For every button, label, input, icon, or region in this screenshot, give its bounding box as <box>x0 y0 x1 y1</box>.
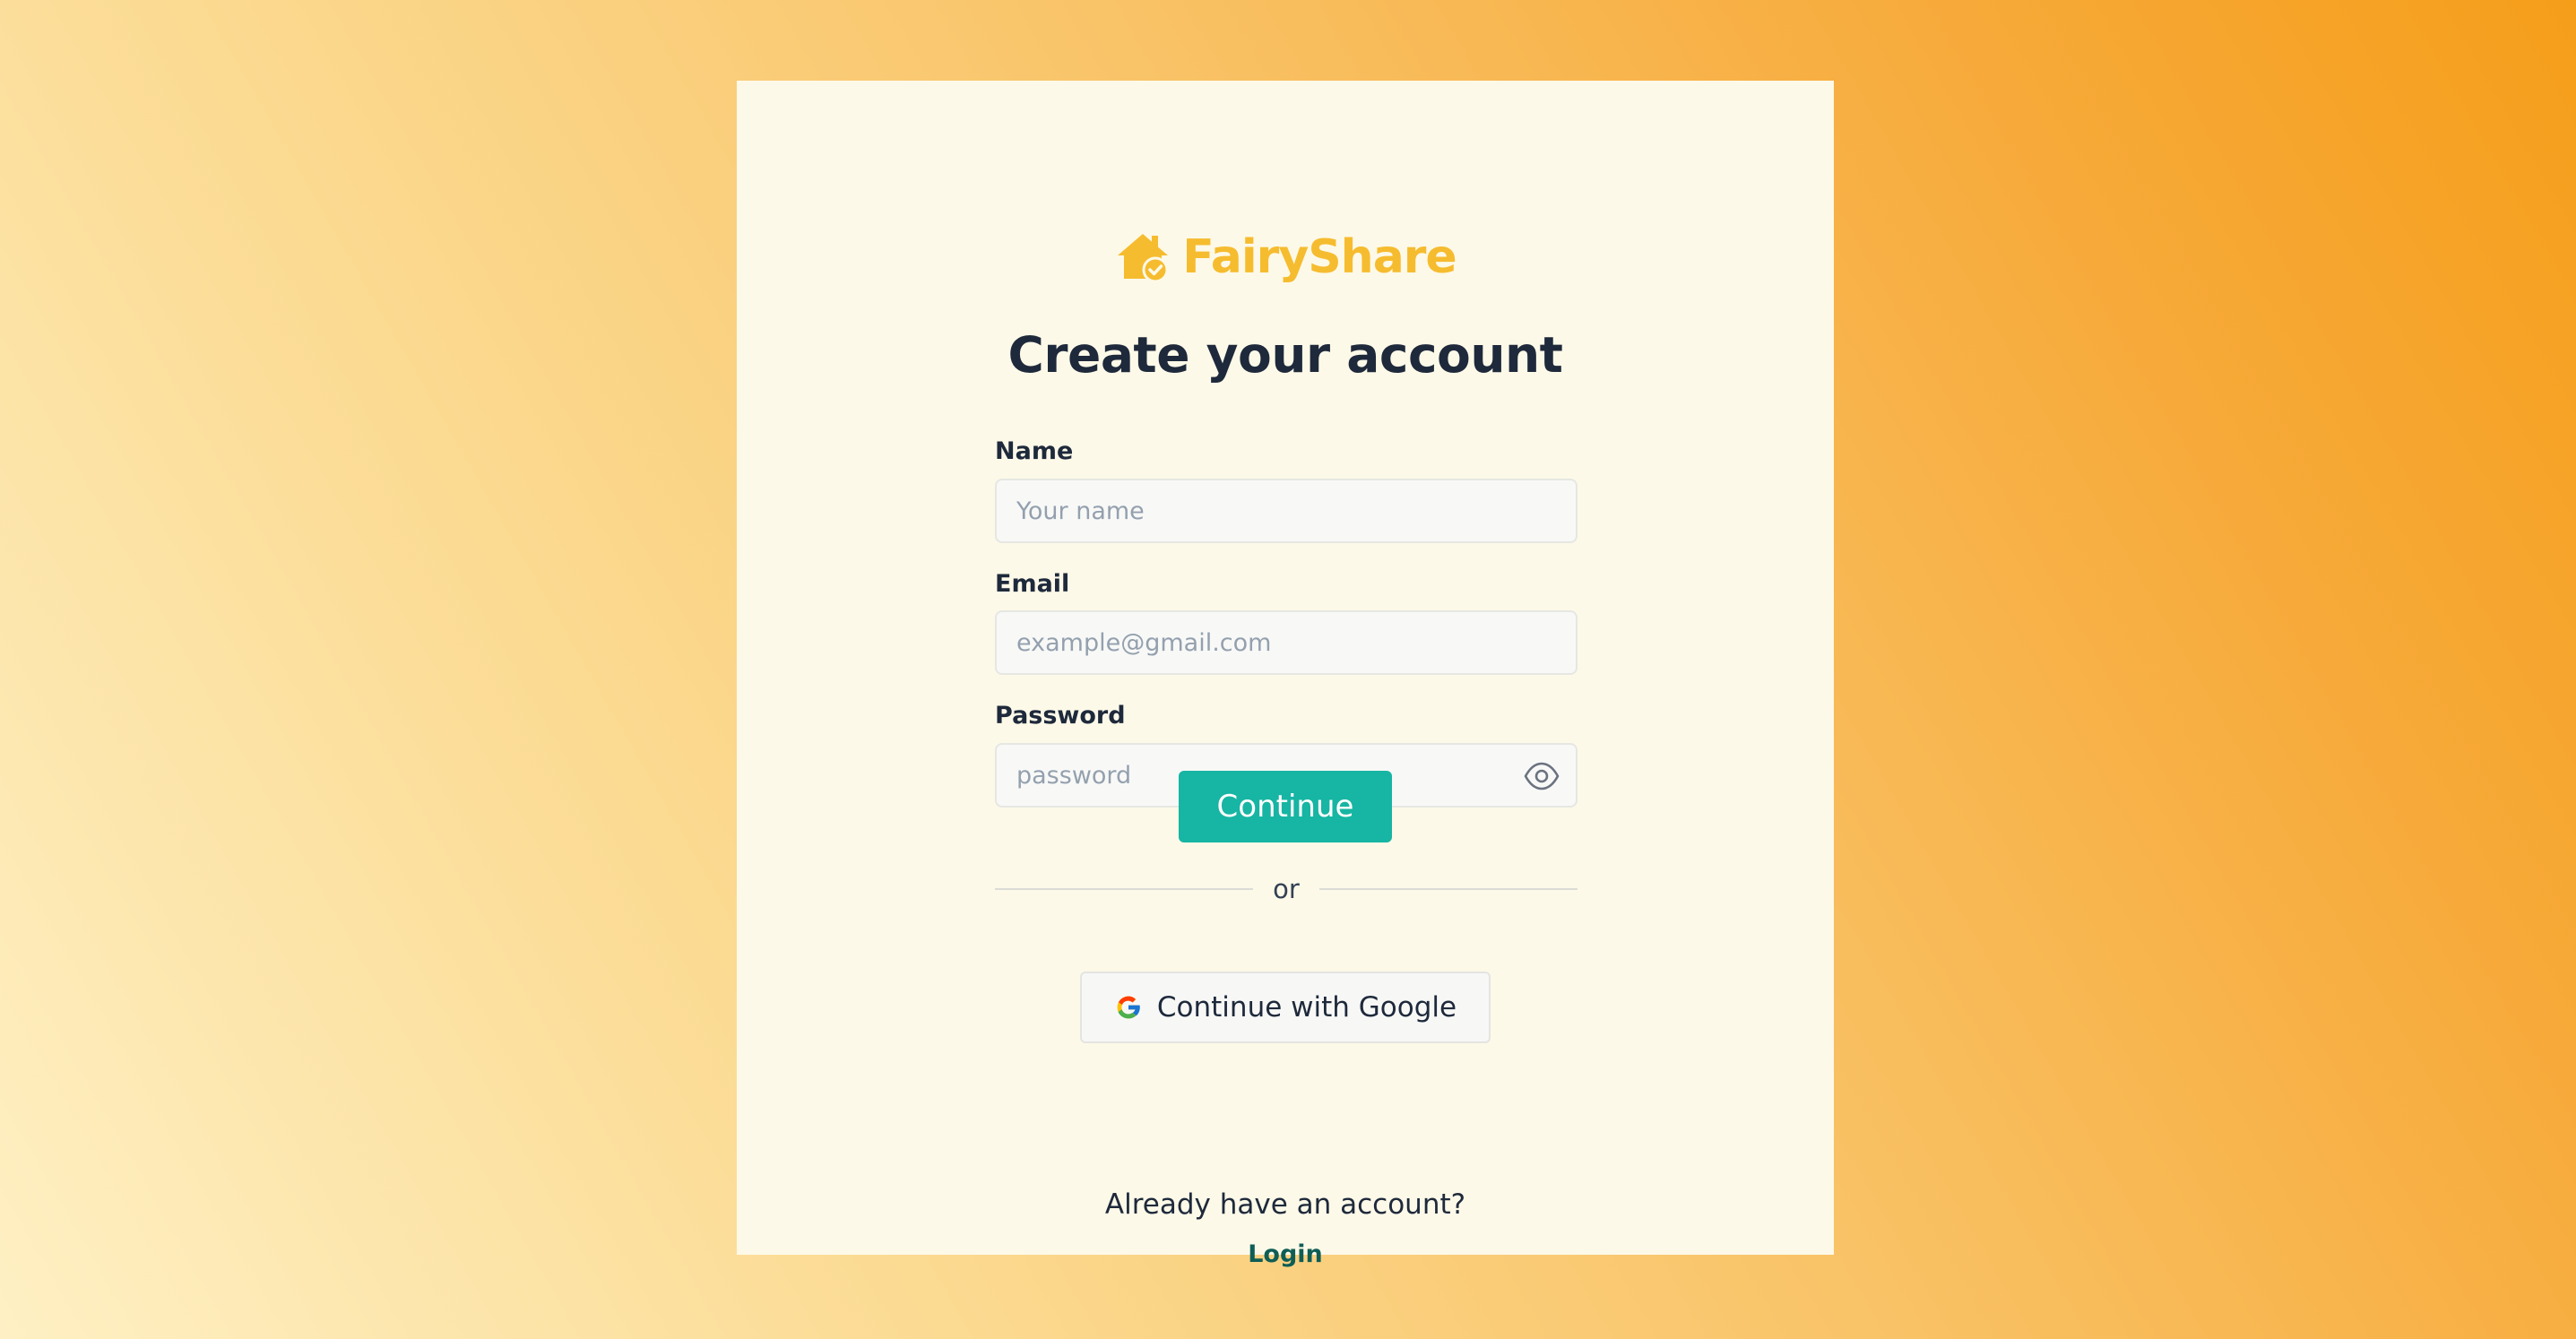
google-icon <box>1117 996 1140 1019</box>
email-field-container <box>995 610 1578 675</box>
eye-icon[interactable] <box>1524 760 1560 792</box>
google-button-label: Continue with Google <box>1156 991 1457 1024</box>
email-label: Email <box>995 570 1070 598</box>
or-divider: or <box>995 871 1578 907</box>
page-title: Create your account <box>1007 326 1563 384</box>
continue-with-google-button[interactable]: Continue with Google <box>1080 972 1491 1043</box>
brand-logo: FairyShare <box>737 226 1834 289</box>
password-label: Password <box>995 702 1126 730</box>
divider-line-right <box>1318 888 1578 890</box>
already-have-account-text: Already have an account? <box>1104 1188 1466 1221</box>
name-field-container <box>995 479 1578 543</box>
email-input[interactable] <box>997 612 1576 673</box>
divider-text: or <box>1273 874 1300 904</box>
brand-name: FairyShare <box>1182 230 1457 284</box>
house-check-icon <box>1118 234 1169 283</box>
divider-line-left <box>995 888 1254 890</box>
name-input[interactable] <box>997 480 1576 541</box>
signup-card: FairyShare Create your account Name Emai… <box>737 81 1834 1268</box>
name-label: Name <box>995 437 1074 465</box>
login-link[interactable]: Login <box>737 1240 1834 1268</box>
continue-button[interactable]: Continue <box>1179 771 1392 842</box>
